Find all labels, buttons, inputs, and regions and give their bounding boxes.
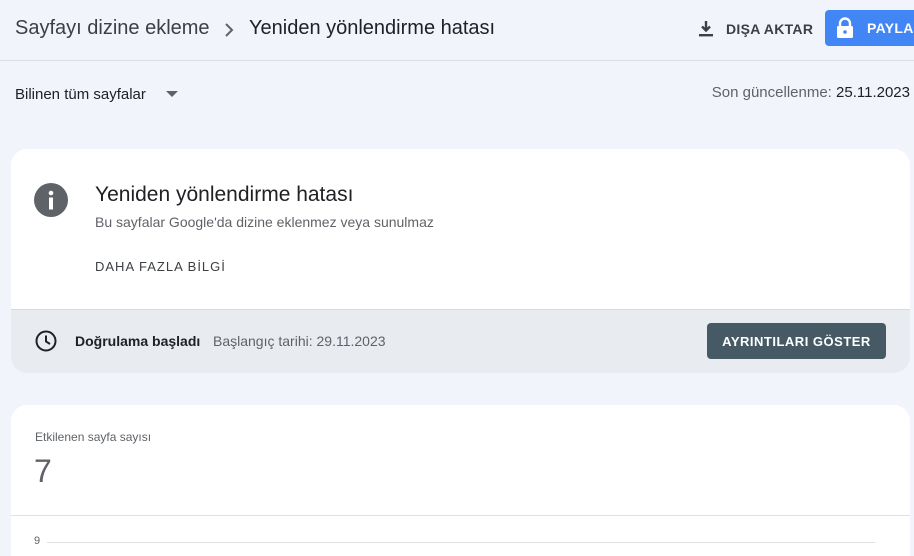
page-filter-dropdown[interactable]: Bilinen tüm sayfalar: [15, 84, 178, 104]
last-updated-label: Son güncellenme:: [711, 84, 832, 101]
affected-pages-count: 7: [34, 453, 52, 489]
last-updated: Son güncellenme: 25.11.2023: [712, 84, 910, 101]
chart-divider: [11, 515, 910, 516]
show-details-button[interactable]: AYRINTILARI GÖSTER: [707, 323, 886, 359]
affected-pages-card: Etkilenen sayfa sayısı 7 9: [11, 405, 910, 556]
validation-status: Doğrulama başladı: [75, 333, 201, 349]
filter-selected-value: Bilinen tüm sayfalar: [15, 85, 146, 103]
issue-title: Yeniden yönlendirme hatası: [95, 183, 354, 206]
affected-pages-label: Etkilenen sayfa sayısı: [35, 430, 152, 444]
lock-icon: [837, 17, 853, 38]
chart-grid-line: [47, 542, 875, 543]
page-title: Yeniden yönlendirme hatası: [249, 17, 496, 39]
clock-icon: [35, 330, 57, 352]
chevron-right-icon: [225, 23, 234, 37]
validation-start-date: Başlangıç tarihi: 29.11.2023: [213, 333, 386, 349]
issue-card: Yeniden yönlendirme hatası Bu sayfalar G…: [11, 149, 910, 373]
info-icon: [34, 183, 68, 217]
chart-y-tick: 9: [34, 535, 41, 547]
share-button[interactable]: PAYLAŞ: [825, 10, 914, 46]
export-label: DIŞA AKTAR: [726, 21, 814, 37]
last-updated-value: 25.11.2023: [836, 84, 910, 101]
dropdown-arrow-icon: [165, 91, 178, 97]
export-button[interactable]: DIŞA AKTAR: [696, 17, 813, 41]
issue-description: Bu sayfalar Google'da dizine eklenmez ve…: [95, 214, 434, 230]
download-icon: [699, 21, 713, 37]
breadcrumb-parent[interactable]: Sayfayı dizine ekleme: [15, 17, 210, 40]
page-header: Sayfayı dizine ekleme Yeniden yönlendirm…: [0, 0, 914, 61]
share-label: PAYLAŞ: [867, 20, 914, 36]
validation-bar: Doğrulama başladı Başlangıç tarihi: 29.1…: [11, 309, 910, 373]
learn-more-link[interactable]: DAHA FAZLA BİLGİ: [95, 259, 226, 274]
